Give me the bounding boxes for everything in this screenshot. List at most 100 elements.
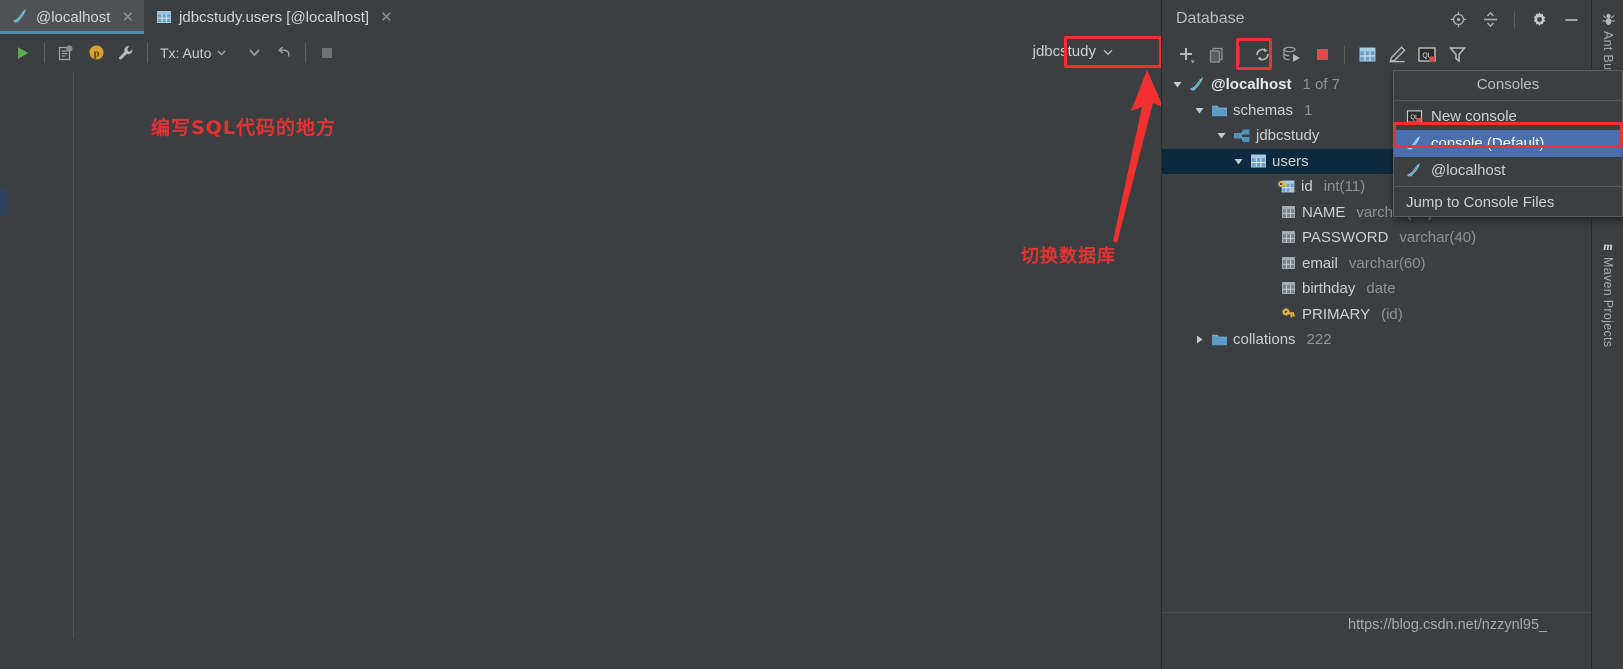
key-icon [1281, 307, 1297, 322]
tab-jdbcstudy-users[interactable]: jdbcstudy.users [@localhost] ✕ [144, 0, 403, 34]
settings-button[interactable] [1528, 8, 1550, 30]
commit-icon [58, 45, 73, 60]
tree-node-type: int(11) [1323, 178, 1366, 196]
chevron-expanded-icon[interactable] [1231, 154, 1245, 168]
tree-node-type: varchar(40) [1399, 229, 1477, 247]
tree-node-type: varchar(60) [1348, 254, 1426, 272]
stop-icon [1316, 49, 1328, 60]
ant-icon [1601, 12, 1616, 27]
gutter-marker [0, 189, 7, 215]
toolbar-separator [1239, 45, 1240, 64]
tree-node-label: NAME [1302, 203, 1346, 221]
svg-text:p: p [93, 49, 99, 60]
settings-wrench-button[interactable] [111, 39, 141, 67]
open-console-icon: QL [1418, 46, 1436, 62]
modify-button[interactable] [1382, 42, 1412, 68]
tool-button-maven-projects[interactable]: m Maven Projects [1592, 232, 1623, 377]
editor-gutter [0, 71, 74, 638]
tree-node-column-email[interactable]: email varchar(60) [1162, 251, 1592, 277]
filter-button[interactable] [1442, 42, 1472, 68]
popup-separator [1394, 186, 1622, 187]
menu-item-label: @localhost [1431, 162, 1506, 179]
duplicate-icon [1209, 47, 1223, 63]
toolbar-separator [147, 42, 148, 63]
table-grid-icon [156, 9, 172, 25]
schema-selector-label: jdbcstudy [1032, 43, 1096, 60]
menu-item-jump-to-console-files[interactable]: Jump to Console Files [1394, 189, 1622, 216]
tree-node-column-birthday[interactable]: birthday date [1162, 276, 1592, 302]
menu-item-label: console (Default) [1431, 135, 1545, 152]
header-separator [1514, 10, 1515, 28]
toolbar-separator [305, 42, 307, 63]
tree-node-label: email [1302, 254, 1338, 272]
tree-node-meta: 1 [1304, 101, 1313, 119]
primary-key-column-icon [1277, 179, 1296, 195]
minimize-icon [1565, 18, 1577, 21]
folder-icon [1211, 332, 1228, 347]
tx-mode-selector[interactable]: Tx: Auto [160, 45, 227, 61]
menu-item-localhost[interactable]: @localhost [1394, 157, 1622, 184]
commit-chevron-button[interactable] [239, 39, 269, 67]
folder-icon [1211, 103, 1228, 118]
add-icon [1180, 47, 1195, 63]
chevron-expanded-icon[interactable] [1170, 78, 1184, 92]
add-button[interactable] [1172, 42, 1202, 68]
menu-item-new-console[interactable]: QL New console [1394, 103, 1622, 130]
ide-window: @localhost ✕ jdbcstudy.users [@localhost… [0, 0, 1623, 669]
consoles-popup-menu[interactable]: Consoles QL New console console (Default… [1393, 70, 1623, 217]
chevron-collapsed-icon[interactable] [1192, 333, 1206, 347]
tree-node-label: PASSWORD [1302, 229, 1389, 247]
tree-node-label: collations [1233, 331, 1296, 349]
database-panel-header-icons [1447, 8, 1582, 30]
schema-selector[interactable]: jdbcstudy [1025, 40, 1122, 63]
tree-node-column-password[interactable]: PASSWORD varchar(40) [1162, 225, 1592, 251]
menu-item-console-default[interactable]: console (Default) [1394, 130, 1622, 157]
refresh-button[interactable] [1247, 42, 1277, 68]
commit-button[interactable] [51, 39, 81, 67]
database-bottom-divider [1162, 612, 1592, 613]
column-icon [1281, 281, 1297, 296]
chevron-down-icon [1103, 49, 1113, 55]
tree-node-type: date [1366, 280, 1396, 298]
editor-scrollbar[interactable] [1149, 71, 1160, 638]
run-configuration-button[interactable] [1277, 42, 1307, 68]
tab-close-icon[interactable]: ✕ [121, 8, 134, 26]
chevron-down-icon [249, 49, 260, 57]
sql-editor-body[interactable] [0, 71, 1160, 638]
locate-button[interactable] [1447, 8, 1469, 30]
collapse-all-button[interactable] [1479, 8, 1501, 30]
editor-bottom-bar [0, 638, 1160, 669]
tree-node-label: birthday [1302, 280, 1356, 298]
run-configuration-icon [1283, 46, 1300, 62]
sql-text-area[interactable] [75, 71, 1160, 638]
open-console-button[interactable]: QL [1412, 42, 1442, 68]
tree-node-collations[interactable]: collations 222 [1162, 327, 1592, 353]
stop-button[interactable] [1307, 42, 1337, 68]
tab-localhost-console[interactable]: @localhost ✕ [0, 0, 145, 34]
tree-node-meta: (id) [1381, 305, 1403, 323]
database-panel-header: Database [1162, 0, 1592, 38]
minimize-button[interactable] [1560, 8, 1582, 30]
gear-icon [1533, 11, 1545, 26]
filter-icon [1448, 47, 1466, 63]
tab-close-icon[interactable]: ✕ [380, 8, 393, 26]
duplicate-button[interactable] [1202, 42, 1232, 68]
tx-mode-label: Tx: Auto [160, 44, 212, 61]
run-icon [18, 46, 29, 59]
chevron-expanded-icon[interactable] [1214, 129, 1228, 143]
tool-button-label: Maven Projects [1601, 257, 1615, 348]
rollback-button[interactable] [269, 39, 299, 67]
data-editor-icon [1359, 47, 1375, 62]
menu-item-label: Jump to Console Files [1406, 194, 1555, 211]
p-parameters-icon: p [89, 45, 103, 60]
chevron-expanded-icon[interactable] [1192, 103, 1206, 117]
parameters-button[interactable]: p [81, 39, 111, 67]
chevron-down-icon [217, 50, 226, 56]
data-editor-button[interactable] [1352, 42, 1382, 68]
stop-button[interactable] [312, 39, 342, 67]
wrench-icon [119, 45, 133, 59]
tree-node-label: jdbcstudy [1256, 127, 1320, 145]
run-button[interactable] [8, 39, 38, 67]
tree-node-primary-key[interactable]: PRIMARY (id) [1162, 302, 1592, 328]
consoles-popup-title: Consoles [1476, 76, 1540, 93]
